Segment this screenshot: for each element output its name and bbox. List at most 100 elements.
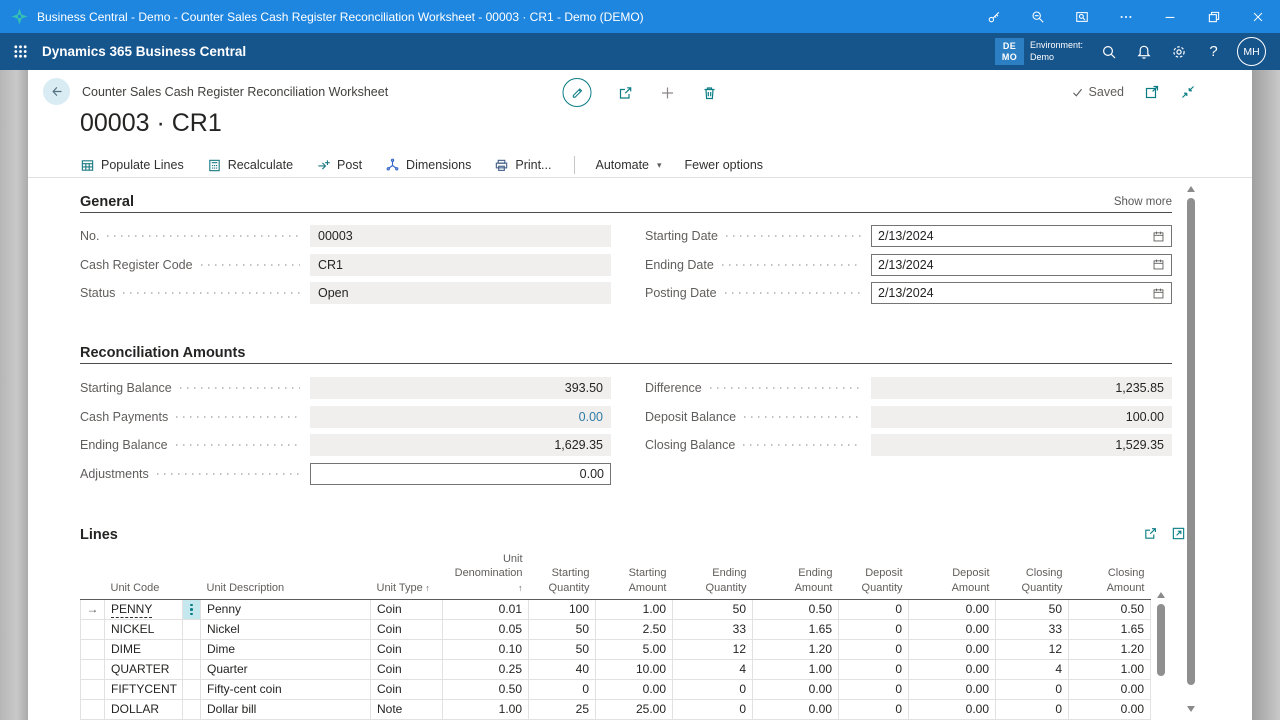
lines-heading[interactable]: Lines — [80, 527, 118, 543]
restore-button[interactable] — [1192, 0, 1236, 33]
cell-closing-quantity[interactable]: 12 — [996, 639, 1069, 659]
cell-unit-description[interactable]: Dime — [201, 639, 371, 659]
cell-unit-type[interactable]: Note — [371, 699, 443, 719]
toolbar-item-post[interactable]: Post — [316, 158, 362, 173]
scroll-down-icon[interactable] — [1187, 706, 1195, 712]
environment-badge[interactable]: DE MO — [995, 38, 1024, 65]
cell-deposit-amount[interactable]: 0.00 — [909, 639, 996, 659]
row-selector-cell[interactable] — [81, 639, 105, 659]
scroll-up-icon[interactable] — [1157, 592, 1165, 598]
new-button[interactable] — [660, 85, 676, 101]
posting-date-input[interactable] — [878, 286, 1146, 300]
cell-starting-quantity[interactable]: 100 — [529, 599, 596, 619]
ending-date-input[interactable] — [878, 258, 1146, 272]
cell-unit-description[interactable]: Penny — [201, 599, 371, 619]
cell-unit-description[interactable]: Quarter — [201, 659, 371, 679]
toolbar-item-populate-lines[interactable]: Populate Lines — [80, 158, 184, 173]
fewer-options-button[interactable]: Fewer options — [685, 158, 764, 172]
general-section-header[interactable]: General Show more — [80, 193, 1172, 213]
cell-unit-denomination[interactable]: 0.01 — [443, 599, 529, 619]
close-button[interactable] — [1236, 0, 1280, 33]
cell-closing-quantity[interactable]: 0 — [996, 699, 1069, 719]
back-button[interactable] — [43, 78, 70, 105]
page-scrollbar[interactable] — [1186, 182, 1196, 718]
cash-payments-drilldown-link[interactable]: 0.00 — [579, 410, 603, 424]
cell-unit-denomination[interactable]: 0.10 — [443, 639, 529, 659]
cell-ending-amount[interactable]: 1.00 — [753, 659, 839, 679]
row-selector-cell[interactable] — [81, 619, 105, 639]
cell-deposit-amount[interactable]: 0.00 — [909, 619, 996, 639]
expand-lines-icon[interactable] — [1171, 526, 1186, 541]
cell-starting-quantity[interactable]: 50 — [529, 619, 596, 639]
cell-closing-quantity[interactable]: 33 — [996, 619, 1069, 639]
column-header-unit-description[interactable]: Unit Description — [201, 550, 371, 599]
cell-deposit-quantity[interactable]: 0 — [839, 599, 909, 619]
cell-deposit-quantity[interactable]: 0 — [839, 639, 909, 659]
user-avatar[interactable]: MH — [1237, 37, 1266, 66]
cell-unit-type[interactable]: Coin — [371, 619, 443, 639]
column-header-ending-quantity[interactable]: Ending Quantity — [673, 550, 753, 599]
breadcrumb[interactable]: Counter Sales Cash Register Reconciliati… — [82, 85, 388, 99]
edit-button[interactable] — [563, 78, 592, 107]
cell-ending-quantity[interactable]: 0 — [673, 679, 753, 699]
general-heading[interactable]: General — [80, 194, 134, 210]
zoom-window-button[interactable] — [1060, 0, 1104, 33]
cell-unit-type[interactable]: Coin — [371, 679, 443, 699]
cell-closing-amount[interactable]: 0.00 — [1069, 699, 1151, 719]
cell-deposit-amount[interactable]: 0.00 — [909, 679, 996, 699]
cell-closing-quantity[interactable]: 0 — [996, 679, 1069, 699]
cell-ending-quantity[interactable]: 50 — [673, 599, 753, 619]
cell-unit-code[interactable]: QUARTER — [105, 659, 183, 679]
product-name[interactable]: Dynamics 365 Business Central — [42, 44, 246, 59]
help-icon[interactable]: ? — [1196, 33, 1231, 70]
ending-date-calendar-button[interactable] — [1152, 258, 1165, 271]
cell-unit-code[interactable]: DIME — [105, 639, 183, 659]
column-header-ending-amount[interactable]: Ending Amount — [753, 550, 839, 599]
cell-unit-type[interactable]: Coin — [371, 659, 443, 679]
column-header-unit-denomination[interactable]: Unit Denomination ↑ — [443, 550, 529, 599]
cell-closing-amount[interactable]: 1.00 — [1069, 659, 1151, 679]
app-launcher-waffle-icon[interactable] — [0, 33, 40, 70]
column-header-closing-amount[interactable]: Closing Amount — [1069, 550, 1151, 599]
adjustments-input[interactable] — [317, 467, 604, 481]
cell-closing-quantity[interactable]: 50 — [996, 599, 1069, 619]
starting-date-calendar-button[interactable] — [1152, 230, 1165, 243]
cell-deposit-quantity[interactable]: 0 — [839, 619, 909, 639]
table-scrollbar[interactable] — [1156, 590, 1166, 720]
cell-deposit-quantity[interactable]: 0 — [839, 659, 909, 679]
row-menu-button[interactable] — [183, 600, 200, 619]
notifications-bell-icon[interactable] — [1126, 33, 1161, 70]
cell-unit-description[interactable]: Fifty-cent coin — [201, 679, 371, 699]
show-more-link[interactable]: Show more — [1114, 196, 1172, 208]
starting-date-input[interactable] — [878, 229, 1146, 243]
reconciliation-heading[interactable]: Reconciliation Amounts — [80, 345, 245, 361]
toolbar-item-print[interactable]: Print... — [494, 158, 551, 173]
cell-unit-denomination[interactable]: 0.05 — [443, 619, 529, 639]
cell-unit-denomination[interactable]: 0.50 — [443, 679, 529, 699]
cell-unit-type[interactable]: Coin — [371, 599, 443, 619]
cell-unit-description[interactable]: Nickel — [201, 619, 371, 639]
cell-ending-amount[interactable]: 0.00 — [753, 679, 839, 699]
posting-date-calendar-button[interactable] — [1152, 287, 1165, 300]
cell-closing-amount[interactable]: 0.50 — [1069, 599, 1151, 619]
cell-starting-amount[interactable]: 0.00 — [596, 679, 673, 699]
cell-ending-amount[interactable]: 1.20 — [753, 639, 839, 659]
cell-unit-denomination[interactable]: 0.25 — [443, 659, 529, 679]
cell-starting-quantity[interactable]: 40 — [529, 659, 596, 679]
column-header-starting-quantity[interactable]: Starting Quantity — [529, 550, 596, 599]
share-button[interactable] — [618, 85, 634, 101]
cell-deposit-amount[interactable]: 0.00 — [909, 699, 996, 719]
collapse-view-button[interactable] — [1180, 84, 1196, 100]
key-button[interactable] — [972, 0, 1016, 33]
cell-starting-amount[interactable]: 10.00 — [596, 659, 673, 679]
cell-ending-quantity[interactable]: 33 — [673, 619, 753, 639]
cell-starting-quantity[interactable]: 25 — [529, 699, 596, 719]
cell-closing-amount[interactable]: 1.20 — [1069, 639, 1151, 659]
cell-deposit-amount[interactable]: 0.00 — [909, 659, 996, 679]
cell-starting-amount[interactable]: 5.00 — [596, 639, 673, 659]
cell-starting-amount[interactable]: 2.50 — [596, 619, 673, 639]
search-icon[interactable] — [1091, 33, 1126, 70]
table-scrollbar-thumb[interactable] — [1157, 604, 1165, 676]
column-header-deposit-quantity[interactable]: Deposit Quantity — [839, 550, 909, 599]
reconciliation-section-header[interactable]: Reconciliation Amounts — [80, 344, 1172, 364]
